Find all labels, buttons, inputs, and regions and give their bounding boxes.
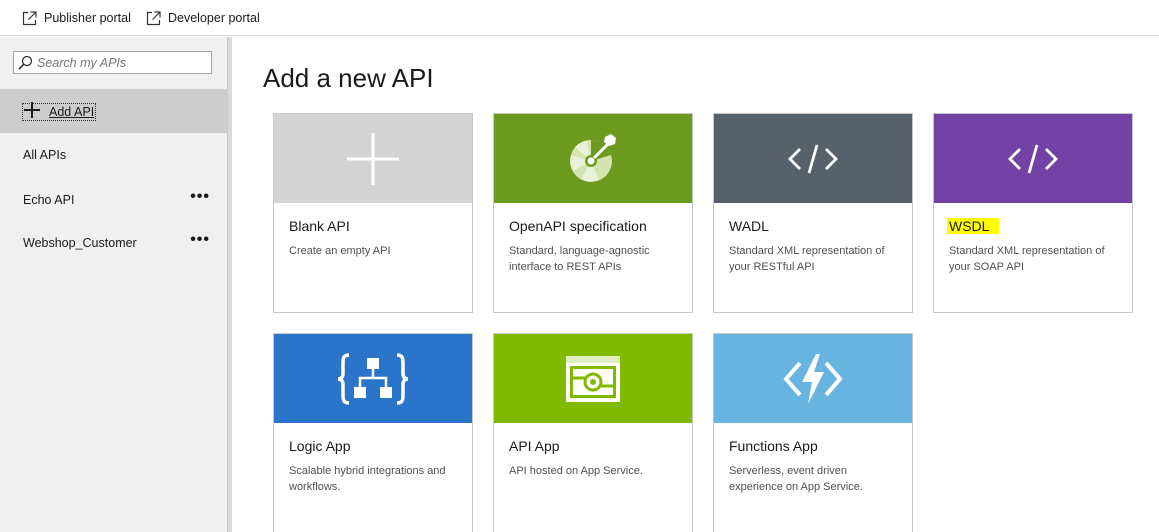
tile-title: Logic App [289,438,351,454]
functions-icon [783,353,843,404]
tile-description: Standard XML representation of your REST… [729,245,885,273]
tile-banner [494,334,692,423]
more-options-icon[interactable]: ••• [190,232,210,248]
tile-wadl[interactable]: WADL Standard XML representation of your… [713,113,913,313]
logic-app-icon [337,352,409,405]
add-api-button[interactable]: Add API [0,89,227,133]
tile-title: OpenAPI specification [509,218,647,234]
tile-banner [934,114,1132,203]
sidebar-item-all-apis[interactable]: All APIs [0,135,227,175]
external-link-icon [146,10,161,25]
tile-title: WSDL [947,218,1000,234]
tile-banner [274,334,472,423]
sidebar-item-label: Echo API [23,193,75,207]
tile-wsdl[interactable]: WSDL Standard XML representation of your… [933,113,1133,313]
tile-banner [714,114,912,203]
sidebar: Add API All APIs Echo API ••• Webshop_Cu… [0,37,227,532]
sidebar-item-label: All APIs [23,148,67,162]
tile-banner [274,114,472,203]
api-app-icon [566,355,620,402]
tile-title: Functions App [729,438,818,454]
developer-portal-label: Developer portal [168,11,260,25]
search-box [13,51,212,74]
tile-banner [714,334,912,423]
sidebar-item-webshop-customer[interactable]: Webshop_Customer ••• [0,223,227,263]
tile-title: API App [509,438,560,454]
search-input[interactable] [37,55,207,70]
tile-title: WADL [729,218,769,234]
external-link-icon [22,10,37,25]
sidebar-item-label: Webshop_Customer [23,236,137,250]
publisher-portal-link[interactable]: Publisher portal [22,8,131,28]
code-icon [788,144,838,173]
tile-api-app[interactable]: API App API hosted on App Service. [493,333,693,532]
tile-description: Serverless, event driven experience on A… [729,465,863,493]
add-api-label-box: Add API [22,103,97,121]
tile-description: Standard XML representation of your SOAP… [949,245,1105,273]
code-icon [1008,144,1058,173]
add-api-label: Add API [49,105,95,119]
top-bar: Publisher portal Developer portal [0,0,1159,36]
tile-description: API hosted on App Service. [509,465,643,477]
tile-description: Scalable hybrid integrations and workflo… [289,465,446,493]
page-title: Add a new API [263,63,434,93]
tile-openapi-specification[interactable]: OpenAPI specification Standard, language… [493,113,693,313]
tile-description: Standard, language-agnostic interface to… [509,245,650,273]
publisher-portal-label: Publisher portal [44,11,131,25]
search-icon [18,55,33,70]
tile-title: Blank API [289,218,350,234]
openapi-icon [570,133,616,182]
plus-icon [347,132,399,185]
tile-description: Create an empty API [289,245,391,257]
sidebar-splitter[interactable] [227,37,232,532]
sidebar-item-echo-api[interactable]: Echo API ••• [0,180,227,220]
developer-portal-link[interactable]: Developer portal [146,8,260,28]
tile-logic-app[interactable]: Logic App Scalable hybrid integrations a… [273,333,473,532]
tile-functions-app[interactable]: Functions App Serverless, event driven e… [713,333,913,532]
more-options-icon[interactable]: ••• [190,189,210,205]
tile-banner [494,114,692,203]
tile-blank-api[interactable]: Blank API Create an empty API [273,113,473,313]
